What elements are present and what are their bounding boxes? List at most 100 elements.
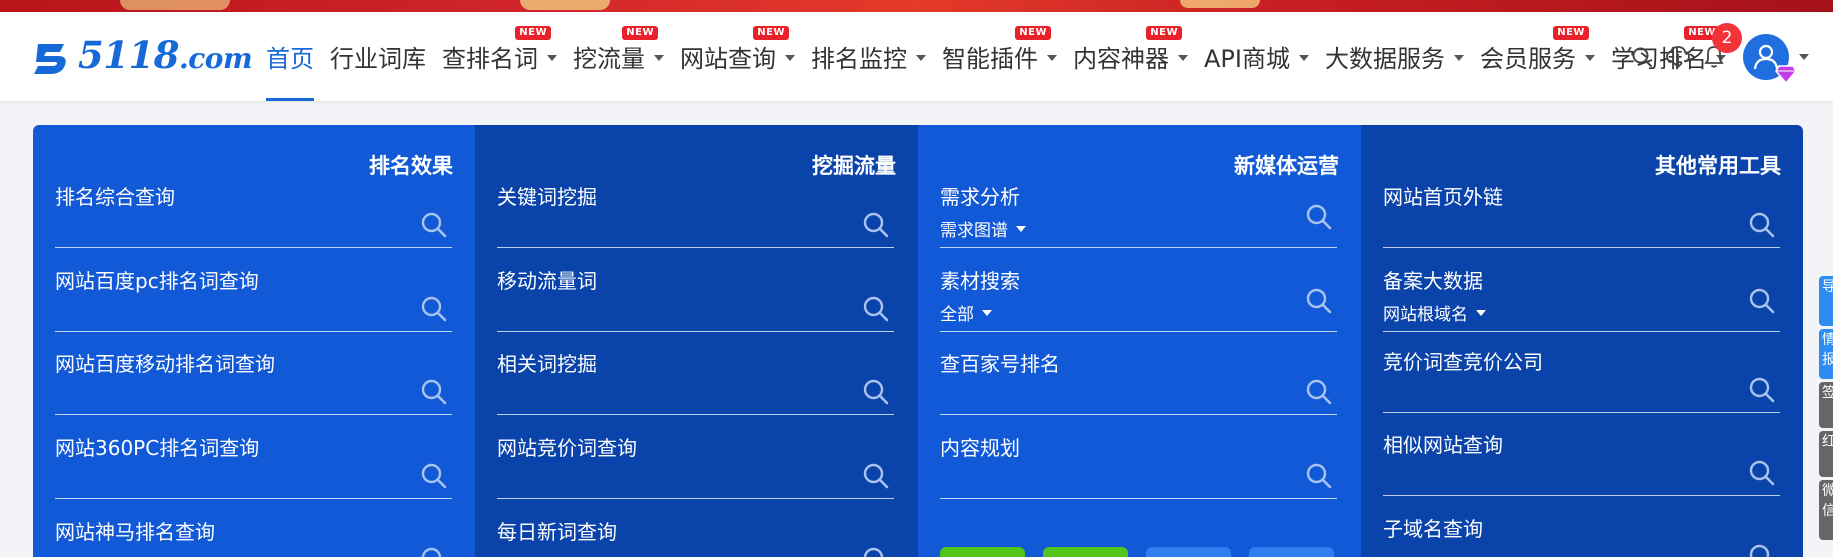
- blue-action-button[interactable]: [1249, 547, 1334, 557]
- tool-item[interactable]: 相关词挖掘: [497, 348, 894, 415]
- tool-name: 排名综合查询: [55, 185, 175, 209]
- action-button-row: [940, 547, 1352, 557]
- new-badge: NEW: [515, 26, 551, 40]
- side-tab[interactable]: 情报: [1819, 329, 1833, 379]
- tool-item[interactable]: 排名综合查询: [55, 181, 452, 248]
- tool-item[interactable]: 备案大数据 网站根域名: [1383, 265, 1780, 332]
- tool-item[interactable]: 移动流量词: [497, 265, 894, 332]
- tool-item[interactable]: 内容规划: [940, 432, 1337, 499]
- user-avatar-icon[interactable]: [1743, 33, 1797, 84]
- tool-column-ranking: 排名效果 排名综合查询 网站百度pc排名词查询 网站百度移动排名词查询 网站36…: [33, 125, 475, 557]
- search-icon[interactable]: [862, 211, 890, 239]
- tool-item[interactable]: 网站神马排名查询: [55, 516, 452, 557]
- tool-filter-dropdown[interactable]: 全部: [940, 300, 992, 325]
- nav-item-smart-plugins[interactable]: 智能插件 NEW: [942, 12, 1057, 101]
- nav-item-home[interactable]: 首页: [266, 12, 314, 101]
- tool-item[interactable]: 网站百度移动排名词查询: [55, 348, 452, 415]
- tool-name: 网站神马排名查询: [55, 520, 215, 544]
- search-icon[interactable]: [1305, 462, 1333, 490]
- nav-item-rank-monitor[interactable]: 排名监控: [811, 12, 926, 101]
- chevron-down-icon: [547, 54, 557, 61]
- nav-item-content-tools[interactable]: 内容神器 NEW: [1073, 12, 1188, 101]
- search-icon[interactable]: [1748, 287, 1776, 315]
- search-icon[interactable]: [1305, 378, 1333, 406]
- tool-item[interactable]: 网站竞价词查询: [497, 432, 894, 499]
- nav-item-membership[interactable]: 会员服务 NEW: [1480, 12, 1595, 101]
- bell-icon[interactable]: 2: [1697, 22, 1742, 74]
- search-icon[interactable]: [1305, 287, 1333, 315]
- tool-item[interactable]: 需求分析 需求图谱: [940, 181, 1337, 248]
- search-icon[interactable]: [862, 378, 890, 406]
- nav-item-rank-keywords[interactable]: 查排名词 NEW: [442, 12, 557, 101]
- banner-decoration: [520, 0, 610, 10]
- chevron-down-icon[interactable]: [1799, 53, 1809, 60]
- top-navbar: 5118.com 首页 行业词库 查排名词 NEW 挖流量 NEW 网站查询 NEW …: [0, 12, 1833, 101]
- chevron-down-icon: [1476, 309, 1486, 316]
- search-icon[interactable]: [1748, 543, 1776, 557]
- search-icon[interactable]: [420, 546, 448, 557]
- search-icon[interactable]: [420, 462, 448, 490]
- nav-item-industry-lexicon[interactable]: 行业词库: [330, 12, 426, 101]
- nav-item-big-data[interactable]: 大数据服务: [1325, 12, 1464, 101]
- tool-item[interactable]: 竞价词查竞价公司: [1383, 346, 1780, 413]
- tool-filter-dropdown[interactable]: 需求图谱: [940, 216, 1026, 241]
- banner-decoration: [1180, 0, 1260, 8]
- search-icon[interactable]: [1748, 211, 1776, 239]
- tool-filter-dropdown[interactable]: 网站根域名: [1383, 300, 1486, 325]
- search-icon[interactable]: [1748, 459, 1776, 487]
- column-title: 排名效果: [369, 154, 453, 178]
- top-promo-banner[interactable]: [0, 0, 1833, 12]
- chevron-down-icon: [1584, 54, 1595, 61]
- search-icon[interactable]: [862, 295, 890, 323]
- nav-item-site-query[interactable]: 网站查询 NEW: [680, 12, 795, 101]
- tool-column-new-media: 新媒体运营 需求分析 需求图谱 素材搜索 全部 查百家号排名 内容规划: [918, 125, 1361, 557]
- search-icon[interactable]: [420, 295, 448, 323]
- nav-item-api-store[interactable]: API商城: [1204, 12, 1309, 101]
- green-action-button[interactable]: [1043, 547, 1128, 557]
- logo-mark-icon: [34, 44, 66, 74]
- logo-text: 5118.com: [78, 33, 253, 77]
- tool-name: 网站竞价词查询: [497, 436, 637, 460]
- tool-item[interactable]: 关键词挖掘: [497, 181, 894, 248]
- column-title: 挖掘流量: [812, 154, 896, 178]
- blue-action-button[interactable]: [1146, 547, 1231, 557]
- green-action-button[interactable]: [940, 547, 1025, 557]
- tool-item[interactable]: 素材搜索 全部: [940, 265, 1337, 332]
- search-icon[interactable]: [862, 546, 890, 557]
- tool-name: 移动流量词: [497, 269, 597, 293]
- search-icon[interactable]: [1305, 203, 1333, 231]
- chevron-down-icon: [1298, 54, 1309, 61]
- tool-name: 关键词挖掘: [497, 185, 597, 209]
- tool-item[interactable]: 子域名查询: [1383, 513, 1780, 557]
- tool-name: 网站360PC排名词查询: [55, 436, 260, 460]
- cloud-download-icon[interactable]: [1661, 40, 1695, 74]
- main-nav: 首页 行业词库 查排名词 NEW 挖流量 NEW 网站查询 NEW 排名监控 智能插件…: [266, 12, 1742, 101]
- search-icon[interactable]: [1625, 40, 1659, 74]
- tool-item[interactable]: 相似网站查询: [1383, 429, 1780, 496]
- banner-decoration: [120, 0, 230, 10]
- tool-item[interactable]: 网站首页外链: [1383, 181, 1780, 248]
- new-badge: NEW: [1146, 26, 1182, 40]
- search-icon[interactable]: [420, 378, 448, 406]
- new-badge: NEW: [1015, 26, 1051, 40]
- side-tab[interactable]: 导: [1819, 276, 1833, 326]
- side-tab[interactable]: 签: [1819, 382, 1833, 428]
- tools-panel: 排名效果 排名综合查询 网站百度pc排名词查询 网站百度移动排名词查询 网站36…: [33, 125, 1803, 557]
- site-logo[interactable]: 5118.com: [30, 33, 253, 77]
- search-icon[interactable]: [1748, 376, 1776, 404]
- nav-item-mine-traffic[interactable]: 挖流量 NEW: [573, 12, 664, 101]
- tool-item[interactable]: 网站百度pc排名词查询: [55, 265, 452, 332]
- search-icon[interactable]: [420, 211, 448, 239]
- tool-item[interactable]: 查百家号排名: [940, 348, 1337, 415]
- tool-name: 备案大数据: [1383, 269, 1483, 293]
- search-icon[interactable]: [862, 462, 890, 490]
- chevron-down-icon: [916, 54, 926, 61]
- side-tab[interactable]: 红: [1819, 431, 1833, 477]
- vip-diamond-icon: [1775, 64, 1797, 84]
- side-tab[interactable]: 微信: [1819, 480, 1833, 540]
- nav-icon-group: 2: [1625, 12, 1809, 101]
- tool-item[interactable]: 网站360PC排名词查询: [55, 432, 452, 499]
- tool-name: 查百家号排名: [940, 352, 1060, 376]
- tool-name: 网站百度pc排名词查询: [55, 269, 259, 293]
- tool-item[interactable]: 每日新词查询: [497, 516, 894, 557]
